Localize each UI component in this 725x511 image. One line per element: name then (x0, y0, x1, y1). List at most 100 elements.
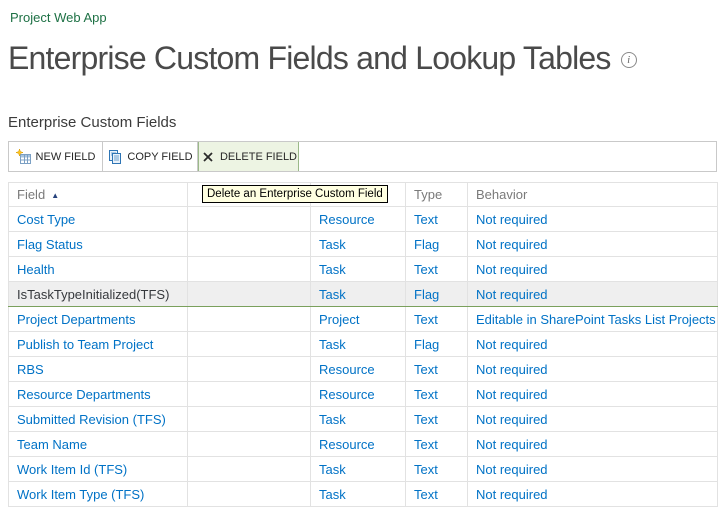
type-link[interactable]: Flag (414, 237, 439, 252)
entity-link[interactable]: Resource (319, 362, 375, 377)
entity-link-cell: Task (311, 482, 406, 507)
field-link[interactable]: IsTaskTypeInitialized(TFS) (17, 287, 169, 302)
suite-link-project-web-app[interactable]: Project Web App (10, 10, 107, 25)
copy-field-button[interactable]: COPY FIELD (103, 142, 198, 171)
lookup-table-cell-cell (188, 382, 311, 407)
table-row[interactable]: Project Departments Project Text Editable i… (9, 307, 718, 332)
entity-link-cell: Project (311, 307, 406, 332)
lookup-table-cell-cell (188, 457, 311, 482)
table-row[interactable]: Resource Departments Resource Text Not requ… (9, 382, 718, 407)
lookup-table-cell-cell (188, 232, 311, 257)
type-link[interactable]: Flag (414, 337, 439, 352)
info-icon[interactable]: i (621, 52, 637, 68)
field-link-cell: Flag Status (9, 232, 188, 257)
field-link[interactable]: Health (17, 262, 55, 277)
table-row[interactable]: Work Item Id (TFS) Task Text Not required (9, 457, 718, 482)
type-link[interactable]: Text (414, 437, 438, 452)
field-link[interactable]: Cost Type (17, 212, 75, 227)
field-link[interactable]: Work Item Id (TFS) (17, 462, 127, 477)
behavior-link[interactable]: Not required (476, 287, 548, 302)
type-link[interactable]: Text (414, 312, 438, 327)
behavior-link[interactable]: Editable in SharePoint Tasks List Projec… (476, 312, 716, 327)
behavior-link-cell: Not required (468, 207, 718, 232)
type-link[interactable]: Text (414, 387, 438, 402)
table-row[interactable]: IsTaskTypeInitialized(TFS) Task Flag Not re… (9, 282, 718, 307)
field-table-body: Cost TypeResourceTextNot requiredFlag St… (9, 207, 718, 507)
lookup-table-cell-cell (188, 282, 311, 307)
column-header-field-label: Field (17, 187, 45, 202)
column-header-field[interactable]: Field ▲ (9, 183, 188, 207)
behavior-link[interactable]: Not required (476, 362, 548, 377)
type-link[interactable]: Text (414, 412, 438, 427)
entity-link-cell: Task (311, 457, 406, 482)
table-row[interactable]: Cost Type Resource Text Not required (9, 207, 718, 232)
entity-link-cell: Task (311, 332, 406, 357)
behavior-link[interactable]: Not required (476, 237, 548, 252)
type-link-cell: Text (406, 307, 468, 332)
behavior-link-cell: Not required (468, 332, 718, 357)
field-link[interactable]: Resource Departments (17, 387, 151, 402)
entity-link-cell: Resource (311, 382, 406, 407)
type-link[interactable]: Text (414, 362, 438, 377)
type-link[interactable]: Text (414, 462, 438, 477)
field-link-cell: Health (9, 257, 188, 282)
behavior-link[interactable]: Not required (476, 437, 548, 452)
type-link-cell: Flag (406, 282, 468, 307)
entity-link[interactable]: Task (319, 287, 346, 302)
entity-link[interactable]: Task (319, 462, 346, 477)
field-link[interactable]: Team Name (17, 437, 87, 452)
entity-link[interactable]: Task (319, 487, 346, 502)
type-link[interactable]: Text (414, 487, 438, 502)
type-link-cell: Text (406, 207, 468, 232)
entity-link[interactable]: Task (319, 412, 346, 427)
type-link[interactable]: Text (414, 262, 438, 277)
entity-link[interactable]: Project (319, 312, 359, 327)
behavior-link[interactable]: Not required (476, 387, 548, 402)
table-row[interactable]: Flag Status Task Flag Not required (9, 232, 718, 257)
table-row[interactable]: Submitted Revision (TFS) Task Text Not requ… (9, 407, 718, 432)
type-link[interactable]: Text (414, 212, 438, 227)
entity-link[interactable]: Task (319, 337, 346, 352)
new-field-label: NEW FIELD (36, 151, 96, 163)
table-row[interactable]: Work Item Type (TFS) Task Text Not required (9, 482, 718, 507)
field-link[interactable]: Flag Status (17, 237, 83, 252)
type-link-cell: Text (406, 407, 468, 432)
behavior-link[interactable]: Not required (476, 487, 548, 502)
entity-link[interactable]: Task (319, 237, 346, 252)
field-link[interactable]: Submitted Revision (TFS) (17, 412, 166, 427)
field-link-cell: Cost Type (9, 207, 188, 232)
behavior-link-cell: Not required (468, 382, 718, 407)
entity-link[interactable]: Resource (319, 212, 375, 227)
entity-link[interactable]: Resource (319, 437, 375, 452)
field-link-cell: Project Departments (9, 307, 188, 332)
section-heading: Enterprise Custom Fields (8, 114, 176, 131)
table-row[interactable]: RBS Resource Text Not required (9, 357, 718, 382)
entity-link[interactable]: Resource (319, 387, 375, 402)
column-header-behavior[interactable]: Behavior (468, 183, 718, 207)
table-row[interactable]: Team Name Resource Text Not required (9, 432, 718, 457)
column-header-type[interactable]: Type (406, 183, 468, 207)
field-link[interactable]: RBS (17, 362, 44, 377)
page-title-text: Enterprise Custom Fields and Lookup Tabl… (8, 40, 611, 76)
lookup-table-cell-cell (188, 482, 311, 507)
behavior-link[interactable]: Not required (476, 337, 548, 352)
entity-link-cell: Task (311, 407, 406, 432)
sort-ascending-icon: ▲ (51, 191, 59, 200)
type-link[interactable]: Flag (414, 287, 439, 302)
table-row[interactable]: Health Task Text Not required (9, 257, 718, 282)
field-link[interactable]: Work Item Type (TFS) (17, 487, 144, 502)
field-link[interactable]: Project Departments (17, 312, 136, 327)
entity-link[interactable]: Task (319, 262, 346, 277)
field-link-cell: Work Item Type (TFS) (9, 482, 188, 507)
table-row[interactable]: Publish to Team Project Task Flag Not requi… (9, 332, 718, 357)
behavior-link[interactable]: Not required (476, 262, 548, 277)
type-link-cell: Text (406, 432, 468, 457)
behavior-link[interactable]: Not required (476, 462, 548, 477)
entity-link-cell: Task (311, 257, 406, 282)
delete-field-button[interactable]: DELETE FIELD (198, 142, 299, 171)
type-link-cell: Text (406, 457, 468, 482)
behavior-link[interactable]: Not required (476, 212, 548, 227)
behavior-link[interactable]: Not required (476, 412, 548, 427)
field-link[interactable]: Publish to Team Project (17, 337, 153, 352)
new-field-button[interactable]: NEW FIELD (9, 142, 103, 171)
